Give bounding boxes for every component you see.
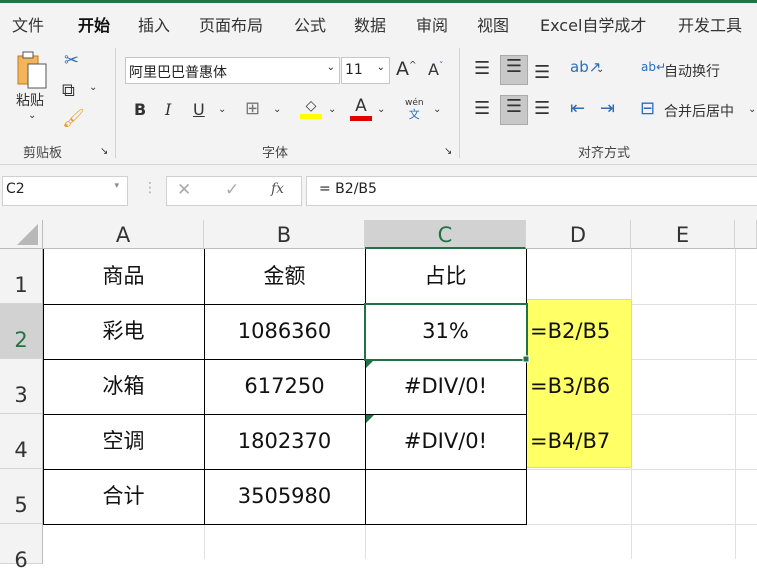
cell-d3[interactable]: =B3/B6 [530, 359, 631, 414]
cell-d4[interactable]: =B4/B7 [530, 414, 631, 469]
cell-b5[interactable]: 3505980 [204, 469, 365, 524]
cell-c1[interactable]: 占比 [365, 249, 526, 304]
cell-a4[interactable]: 空调 [43, 414, 204, 469]
cell-a2[interactable]: 彩电 [43, 304, 204, 359]
cell-a3[interactable]: 冰箱 [43, 359, 204, 414]
cell-d2[interactable]: =B2/B5 [530, 304, 631, 359]
cell-c3[interactable]: #DIV/0! [365, 359, 526, 414]
cell-b1[interactable]: 金额 [204, 249, 365, 304]
cell-b4[interactable]: 1802370 [204, 414, 365, 469]
cell-b3[interactable]: 617250 [204, 359, 365, 414]
cell-b2[interactable]: 1086360 [204, 304, 365, 359]
cell-c4[interactable]: #DIV/0! [365, 414, 526, 469]
cell-a5[interactable]: 合计 [43, 469, 204, 524]
cell-c2[interactable]: 31% [365, 304, 526, 359]
cell-a1[interactable]: 商品 [43, 249, 204, 304]
